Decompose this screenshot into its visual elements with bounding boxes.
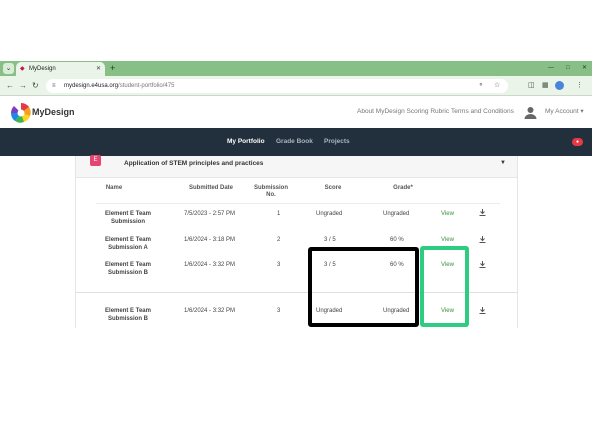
back-icon[interactable]: ← (6, 81, 14, 91)
site-info-icon[interactable]: ≡ (52, 82, 56, 90)
logo-text[interactable]: MyDesign (32, 106, 75, 118)
row-name: Element E Team Submission (105, 211, 151, 225)
close-icon[interactable]: ✕ (96, 65, 101, 73)
password-key-icon[interactable]: ⚬ (478, 82, 484, 90)
download-icon[interactable] (479, 261, 486, 268)
header-name: Name (105, 185, 123, 191)
site-header: MyDesign About MyDesign Scoring Rubric T… (0, 96, 592, 128)
header-submission-no: Submission No. (253, 185, 288, 198)
view-link[interactable]: View (441, 210, 454, 218)
row-name: Element E Team Submission A (105, 237, 151, 251)
nav-projects[interactable]: Projects (324, 138, 350, 146)
tab-title: MyDesign (29, 66, 56, 72)
score-grade-highlight (308, 247, 419, 327)
browser-tab[interactable]: ◆ MyDesign ✕ (16, 62, 105, 76)
terms-link[interactable]: Terms and Conditions (451, 108, 514, 116)
bookmark-star-icon[interactable]: ☆ (494, 82, 500, 90)
browser-tab-bar: ⌄ ◆ MyDesign ✕ + — □ ✕ (0, 61, 592, 76)
download-icon[interactable] (479, 209, 486, 216)
browser-toolbar: ← → ↻ ≡ mydesign.e4usa.org/student-portf… (0, 76, 592, 96)
view-link[interactable]: View (441, 236, 454, 244)
table-row: Element E Team Submission 7/5/2023 - 2:5… (76, 208, 517, 230)
user-avatar-icon[interactable] (524, 106, 537, 119)
favicon-icon: ◆ (20, 66, 25, 72)
address-bar[interactable]: ≡ mydesign.e4usa.org/student-portfolio/4… (46, 79, 508, 93)
row-number: 3 (277, 262, 281, 268)
browser-menu-icon[interactable]: ⋮ (576, 81, 583, 90)
extensions-icon[interactable]: ▦ (542, 81, 549, 90)
view-column-highlight (420, 246, 469, 327)
scoring-rubric-link[interactable]: About MyDesign Scoring Rubric (357, 108, 449, 116)
download-icon[interactable] (479, 236, 486, 243)
page: ⌄ ◆ MyDesign ✕ + — □ ✕ ← → ↻ ≡ mydesign.… (0, 0, 592, 444)
collapse-caret-icon[interactable]: ▼ (500, 159, 506, 167)
sidebar-icon[interactable]: ◫ (528, 81, 535, 90)
header-submitted-date: Submitted Date (188, 185, 233, 191)
window-close-icon[interactable]: ✕ (582, 64, 587, 72)
nav-my-portfolio[interactable]: My Portfolio (227, 138, 265, 146)
row-grade: 60 % (390, 237, 404, 243)
forward-icon[interactable]: → (19, 81, 27, 91)
new-tab-icon[interactable]: + (110, 63, 115, 74)
row-date: 7/5/2023 - 2:57 PM (184, 211, 236, 217)
row-date: 1/6/2024 - 3:32 PM (184, 308, 236, 314)
section-header[interactable]: E Application of STEM principles and pra… (76, 155, 517, 178)
row-number: 2 (277, 237, 281, 243)
row-date: 1/6/2024 - 3:32 PM (184, 262, 236, 268)
element-badge: E (90, 155, 101, 166)
my-account-dropdown[interactable]: My Account ▾ (545, 108, 584, 116)
row-number: 3 (277, 308, 281, 314)
nav-grade-book[interactable]: Grade Book (276, 138, 313, 146)
mydesign-logo-icon[interactable] (10, 102, 32, 124)
notification-bell-icon[interactable]: ● (572, 138, 583, 146)
table-header-row: Name Submitted Date Submission No. Score… (96, 184, 500, 204)
profile-icon[interactable] (555, 81, 564, 90)
download-icon[interactable] (479, 307, 486, 314)
section-title: Application of STEM principles and pract… (124, 160, 264, 167)
row-score: Ungraded (316, 211, 343, 217)
minimize-icon[interactable]: — (548, 64, 554, 72)
row-number: 1 (277, 211, 281, 217)
row-date: 1/6/2024 - 3:18 PM (184, 237, 236, 243)
row-name: Element E Team Submission B (105, 262, 151, 276)
url-text: mydesign.e4usa.org/student-portfolio/475 (64, 83, 175, 89)
header-grade: Grade* (393, 185, 413, 191)
header-score: Score (324, 185, 342, 191)
main-nav: My Portfolio Grade Book Projects ● (0, 128, 592, 156)
maximize-icon[interactable]: □ (566, 64, 570, 72)
tab-search-icon[interactable]: ⌄ (3, 63, 14, 74)
reload-icon[interactable]: ↻ (32, 81, 39, 91)
row-name: Element E Team Submission B (105, 308, 151, 322)
row-grade: Ungraded (383, 211, 410, 217)
row-score: 3 / 5 (324, 237, 336, 243)
